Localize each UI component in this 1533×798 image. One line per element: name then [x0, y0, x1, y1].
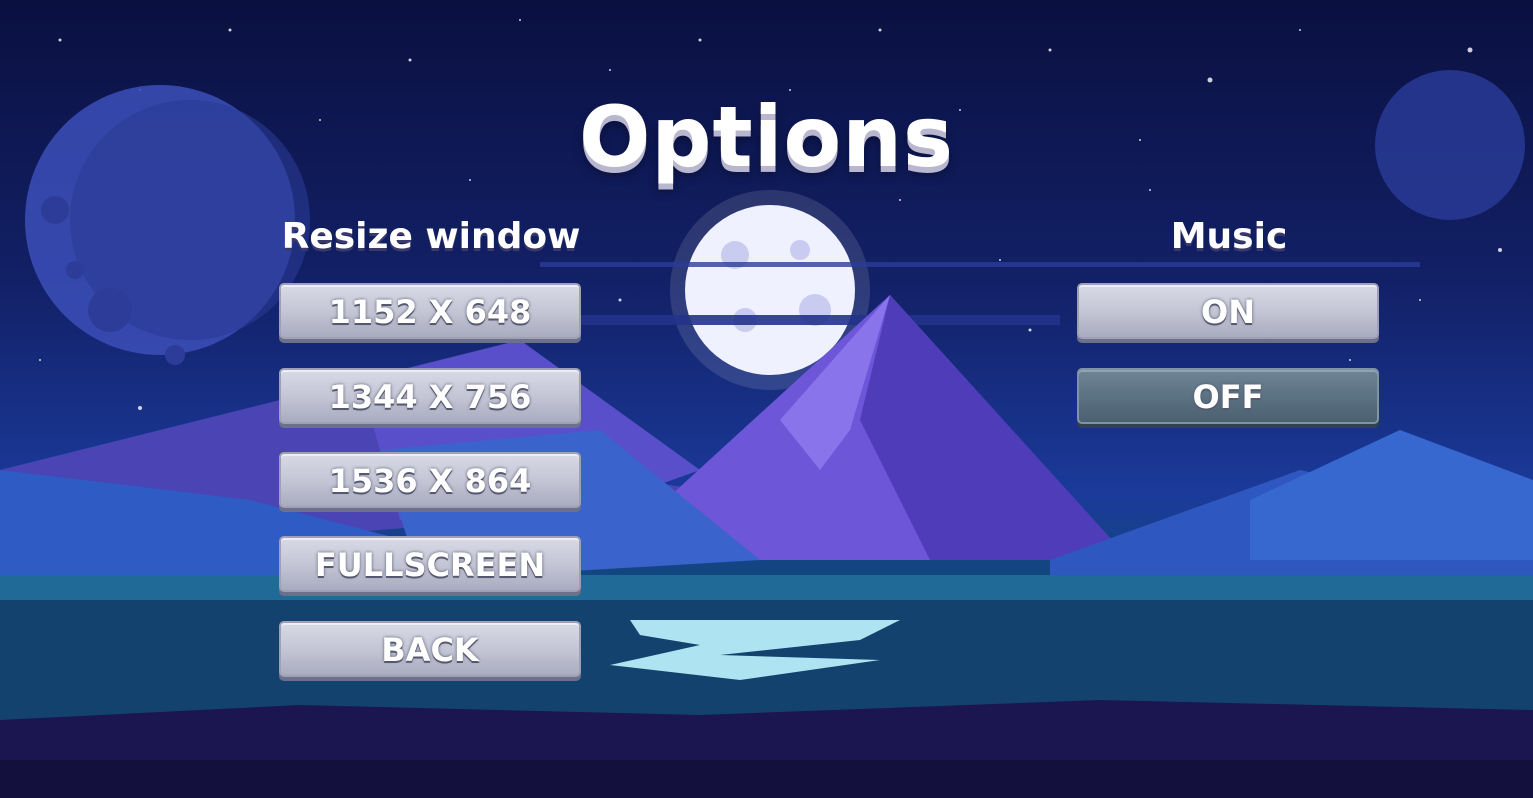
page-title: Options — [579, 88, 954, 186]
music-on-button[interactable]: ON — [1077, 283, 1379, 339]
resolution-1152x648-button[interactable]: 1152 X 648 — [279, 283, 581, 339]
music-off-button[interactable]: OFF — [1077, 368, 1379, 424]
music-label: Music — [1170, 216, 1288, 257]
back-button[interactable]: BACK — [279, 621, 581, 677]
fullscreen-button[interactable]: FULLSCREEN — [279, 536, 581, 592]
options-screen: Options Resize window Music 1152 X 648 1… — [0, 0, 1533, 798]
resolution-1536x864-button[interactable]: 1536 X 864 — [279, 452, 581, 508]
resolution-1344x756-button[interactable]: 1344 X 756 — [279, 368, 581, 424]
resize-window-label: Resize window — [281, 216, 581, 257]
